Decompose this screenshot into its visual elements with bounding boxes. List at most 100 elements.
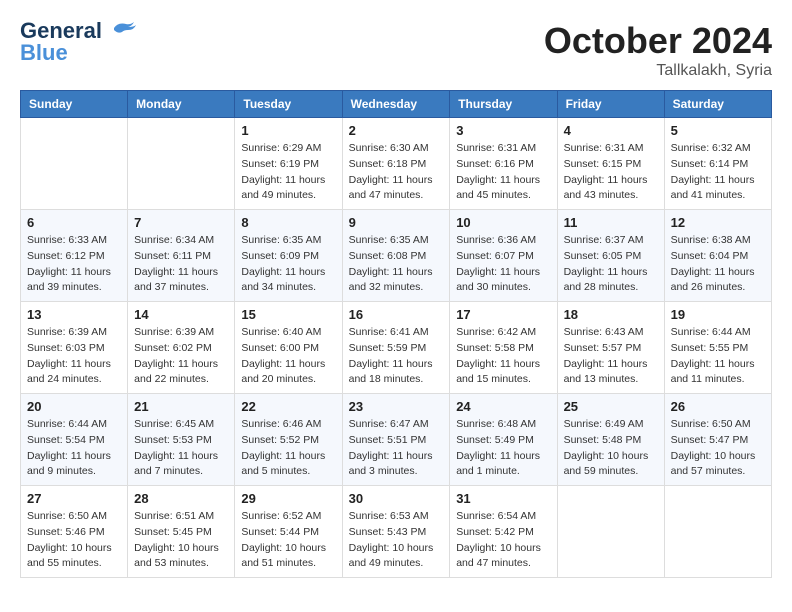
calendar-table: SundayMondayTuesdayWednesdayThursdayFrid… — [20, 90, 772, 578]
calendar-cell — [557, 486, 664, 578]
daylight-text: Daylight: 11 hours and 30 minutes. — [456, 265, 550, 297]
day-content: Sunrise: 6:32 AMSunset: 6:14 PMDaylight:… — [671, 141, 765, 204]
col-header-thursday: Thursday — [450, 91, 557, 118]
day-number: 15 — [241, 307, 335, 322]
day-content: Sunrise: 6:31 AMSunset: 6:16 PMDaylight:… — [456, 141, 550, 204]
day-content: Sunrise: 6:44 AMSunset: 5:54 PMDaylight:… — [27, 417, 121, 480]
col-header-wednesday: Wednesday — [342, 91, 450, 118]
sunrise-text: Sunrise: 6:30 AM — [349, 141, 444, 157]
sunset-text: Sunset: 5:45 PM — [134, 525, 228, 541]
calendar-cell: 17Sunrise: 6:42 AMSunset: 5:58 PMDayligh… — [450, 302, 557, 394]
sunset-text: Sunset: 5:44 PM — [241, 525, 335, 541]
day-number: 28 — [134, 491, 228, 506]
calendar-header-row: SundayMondayTuesdayWednesdayThursdayFrid… — [21, 91, 772, 118]
sunset-text: Sunset: 5:59 PM — [349, 341, 444, 357]
sunset-text: Sunset: 5:52 PM — [241, 433, 335, 449]
daylight-text: Daylight: 11 hours and 11 minutes. — [671, 357, 765, 389]
day-number: 4 — [564, 123, 658, 138]
sunset-text: Sunset: 6:16 PM — [456, 157, 550, 173]
sunset-text: Sunset: 6:18 PM — [349, 157, 444, 173]
month-title: October 2024 — [544, 20, 772, 62]
daylight-text: Daylight: 10 hours and 51 minutes. — [241, 541, 335, 573]
day-number: 26 — [671, 399, 765, 414]
sunrise-text: Sunrise: 6:39 AM — [27, 325, 121, 341]
col-header-tuesday: Tuesday — [235, 91, 342, 118]
sunrise-text: Sunrise: 6:32 AM — [671, 141, 765, 157]
daylight-text: Daylight: 10 hours and 47 minutes. — [456, 541, 550, 573]
sunset-text: Sunset: 5:43 PM — [349, 525, 444, 541]
sunrise-text: Sunrise: 6:50 AM — [27, 509, 121, 525]
col-header-friday: Friday — [557, 91, 664, 118]
day-number: 6 — [27, 215, 121, 230]
daylight-text: Daylight: 11 hours and 3 minutes. — [349, 449, 444, 481]
calendar-cell — [664, 486, 771, 578]
sunrise-text: Sunrise: 6:48 AM — [456, 417, 550, 433]
sunrise-text: Sunrise: 6:33 AM — [27, 233, 121, 249]
calendar-week-row: 13 Sunrise: 6:39 AMSunset: 6:03 PMDayligh… — [21, 302, 772, 394]
title-area: October 2024 Tallkalakh, Syria — [544, 20, 772, 80]
day-content: Sunrise: 6:41 AMSunset: 5:59 PMDaylight:… — [349, 325, 444, 388]
calendar-cell: 9Sunrise: 6:35 AMSunset: 6:08 PMDaylight… — [342, 210, 450, 302]
day-content: Sunrise: 6:33 AMSunset: 6:12 PMDaylight:… — [27, 233, 121, 296]
day-content: Sunrise: 6:50 AMSunset: 5:46 PMDaylight:… — [27, 509, 121, 572]
col-header-sunday: Sunday — [21, 91, 128, 118]
daylight-text: Daylight: 10 hours and 57 minutes. — [671, 449, 765, 481]
calendar-cell: 14Sunrise: 6:39 AMSunset: 6:02 PMDayligh… — [128, 302, 235, 394]
calendar-cell: 11 Sunrise: 6:37 AMSunset: 6:05 PMDayligh… — [557, 210, 664, 302]
day-number: 5 — [671, 123, 765, 138]
day-content: Sunrise: 6:45 AMSunset: 5:53 PMDaylight:… — [134, 417, 228, 480]
sunrise-text: Sunrise: 6:52 AM — [241, 509, 335, 525]
header: General Blue October 2024 Tallkalakh, Sy… — [20, 20, 772, 80]
day-content: Sunrise: 6:44 AMSunset: 5:55 PMDaylight:… — [671, 325, 765, 388]
sunrise-text: Sunrise: 6:31 AM — [564, 141, 658, 157]
day-number: 17 — [456, 307, 550, 322]
daylight-text: Daylight: 11 hours and 15 minutes. — [456, 357, 550, 389]
daylight-text: Daylight: 11 hours and 5 minutes. — [241, 449, 335, 481]
day-content: Sunrise: 6:53 AMSunset: 5:43 PMDaylight:… — [349, 509, 444, 572]
calendar-cell: 22Sunrise: 6:46 AMSunset: 5:52 PMDayligh… — [235, 394, 342, 486]
calendar-cell: 8Sunrise: 6:35 AMSunset: 6:09 PMDaylight… — [235, 210, 342, 302]
day-content: Sunrise: 6:35 AMSunset: 6:08 PMDaylight:… — [349, 233, 444, 296]
sunrise-text: Sunrise: 6:35 AM — [241, 233, 335, 249]
day-number: 8 — [241, 215, 335, 230]
day-number: 21 — [134, 399, 228, 414]
calendar-week-row: 27Sunrise: 6:50 AMSunset: 5:46 PMDayligh… — [21, 486, 772, 578]
sunset-text: Sunset: 6:07 PM — [456, 249, 550, 265]
sunset-text: Sunset: 6:11 PM — [134, 249, 228, 265]
sunset-text: Sunset: 6:02 PM — [134, 341, 228, 357]
sunset-text: Sunset: 5:54 PM — [27, 433, 121, 449]
calendar-week-row: 20Sunrise: 6:44 AMSunset: 5:54 PMDayligh… — [21, 394, 772, 486]
daylight-text: Daylight: 11 hours and 47 minutes. — [349, 173, 444, 205]
day-number: 11 — [564, 215, 658, 230]
day-number: 1 — [241, 123, 335, 138]
sunrise-text: Sunrise: 6:44 AM — [27, 417, 121, 433]
calendar-cell: 13 Sunrise: 6:39 AMSunset: 6:03 PMDayligh… — [21, 302, 128, 394]
sunset-text: Sunset: 6:09 PM — [241, 249, 335, 265]
day-content: Sunrise: 6:30 AMSunset: 6:18 PMDaylight:… — [349, 141, 444, 204]
sunrise-text: Sunrise: 6:46 AM — [241, 417, 335, 433]
daylight-text: Daylight: 11 hours and 18 minutes. — [349, 357, 444, 389]
calendar-cell: 15Sunrise: 6:40 AMSunset: 6:00 PMDayligh… — [235, 302, 342, 394]
day-content: Sunrise: 6:39 AMSunset: 6:03 PMDaylight:… — [27, 325, 121, 388]
col-header-saturday: Saturday — [664, 91, 771, 118]
day-number: 3 — [456, 123, 550, 138]
calendar-cell: 16Sunrise: 6:41 AMSunset: 5:59 PMDayligh… — [342, 302, 450, 394]
day-number: 12 — [671, 215, 765, 230]
daylight-text: Daylight: 11 hours and 41 minutes. — [671, 173, 765, 205]
calendar-cell: 25Sunrise: 6:49 AMSunset: 5:48 PMDayligh… — [557, 394, 664, 486]
day-content: Sunrise: 6:31 AMSunset: 6:15 PMDaylight:… — [564, 141, 658, 204]
sunset-text: Sunset: 5:46 PM — [27, 525, 121, 541]
day-number: 27 — [27, 491, 121, 506]
sunrise-text: Sunrise: 6:43 AM — [564, 325, 658, 341]
calendar-cell: 12Sunrise: 6:38 AMSunset: 6:04 PMDayligh… — [664, 210, 771, 302]
day-content: Sunrise: 6:39 AMSunset: 6:02 PMDaylight:… — [134, 325, 228, 388]
day-number: 29 — [241, 491, 335, 506]
calendar-cell — [128, 118, 235, 210]
calendar-week-row: 6 Sunrise: 6:33 AMSunset: 6:12 PMDaylight… — [21, 210, 772, 302]
sunset-text: Sunset: 6:14 PM — [671, 157, 765, 173]
sunrise-text: Sunrise: 6:29 AM — [241, 141, 335, 157]
day-content: Sunrise: 6:37 AMSunset: 6:05 PMDaylight:… — [564, 233, 658, 296]
day-number: 13 — [27, 307, 121, 322]
calendar-cell — [21, 118, 128, 210]
sunrise-text: Sunrise: 6:49 AM — [564, 417, 658, 433]
